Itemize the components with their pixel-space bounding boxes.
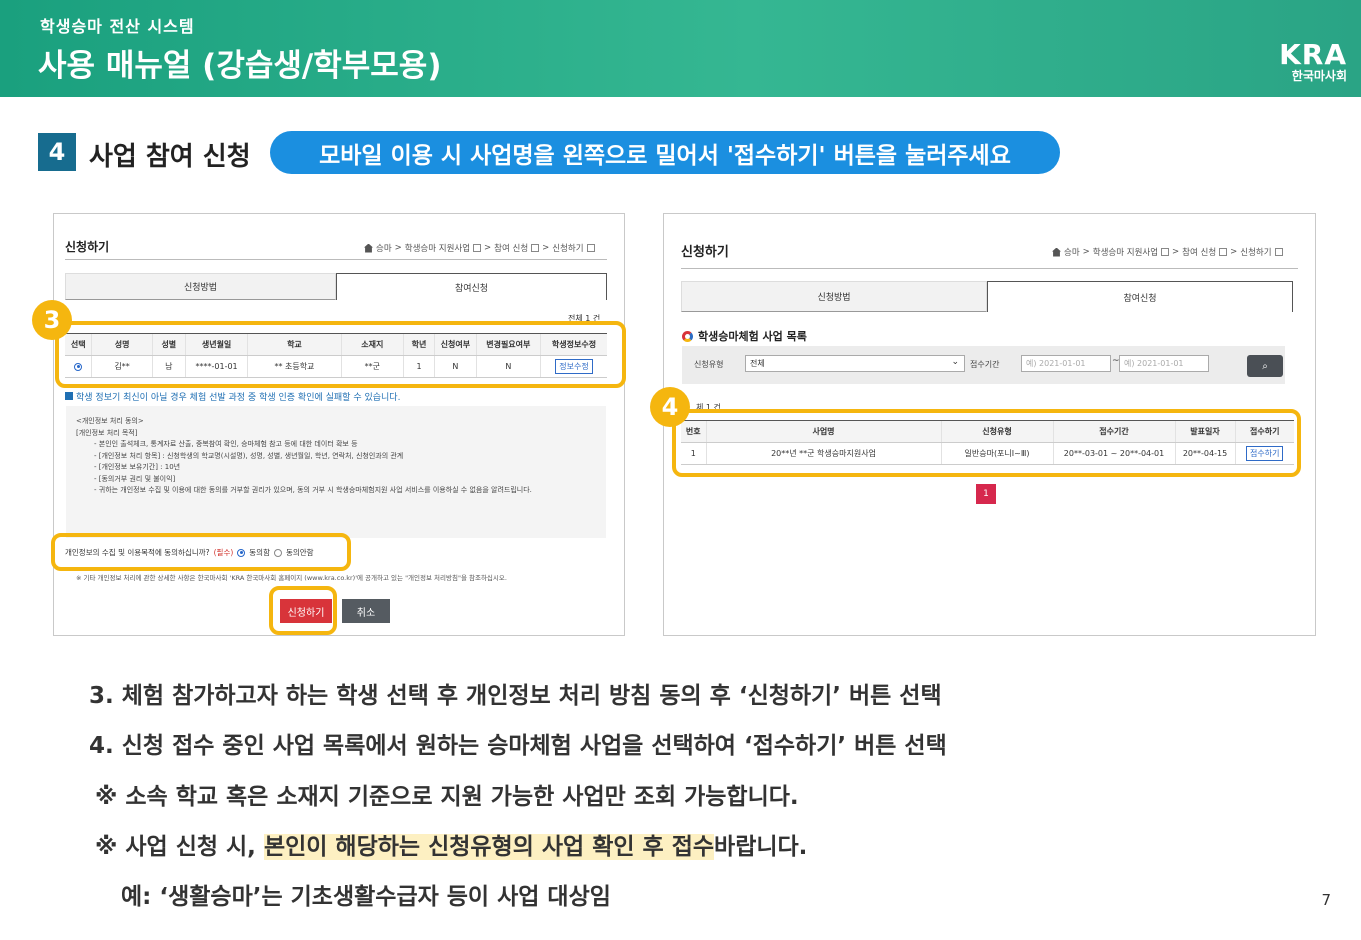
note-2-prefix: ※ 사업 신청 시, [95, 834, 264, 860]
consent-line: - [동의거부 권리 및 불이익] [94, 474, 176, 483]
type-select[interactable]: 전체 ⌄ [745, 355, 965, 372]
breadcrumb: 승마 > 학생승마 지원사업 > 참여 신청 > 신청하기 [364, 242, 595, 254]
date-from-input[interactable]: 예) 2021-01-01 [1021, 355, 1111, 372]
step-badge-3: 3 [32, 300, 72, 340]
date-to-input[interactable]: 예) 2021-01-01 [1119, 355, 1209, 372]
search-button[interactable]: ⌕ [1247, 355, 1283, 377]
bullet-icon [682, 330, 693, 342]
warning-text: 학생 정보기 최신이 아닐 경우 체험 선발 과정 중 학생 인증 확인에 실패… [76, 393, 401, 403]
title-divider [681, 268, 1298, 269]
tab-method[interactable]: 신청방법 [65, 273, 336, 300]
dropdown-icon[interactable] [1219, 248, 1228, 256]
instruction-example: 예: ‘생활승마’는 기초생활수급자 등이 사업 대상임 [121, 884, 611, 910]
tab-bar: 신청방법 참여신청 [65, 273, 607, 300]
document-title: 사용 매뉴얼 (강습생/학부모용) [38, 48, 442, 84]
type-select-value: 전체 [750, 359, 765, 368]
highlight-apply-button [269, 586, 337, 635]
note-2-suffix: 바랍니다. [714, 834, 808, 860]
breadcrumb-item[interactable]: 학생승마 지원사업 [1093, 246, 1158, 258]
dropdown-icon[interactable] [1274, 248, 1283, 256]
dropdown-icon[interactable] [473, 244, 482, 252]
dropdown-icon[interactable] [531, 244, 540, 252]
breadcrumb-item[interactable]: 승마 [1064, 246, 1080, 258]
tab-apply[interactable]: 참여신청 [987, 281, 1293, 312]
note-2-highlight: 본인이 해당하는 신청유형의 사업 확인 후 접수 [263, 834, 715, 860]
page-number: 7 [1321, 891, 1331, 909]
breadcrumb-item[interactable]: 신청하기 [1240, 246, 1271, 258]
dropdown-icon[interactable] [586, 244, 595, 252]
dropdown-icon[interactable] [1161, 248, 1170, 256]
cancel-button[interactable]: 취소 [342, 599, 390, 623]
chevron-down-icon: ⌄ [951, 357, 959, 367]
student-info-warning: 학생 정보기 최신이 아닐 경우 체험 선발 과정 중 학생 인증 확인에 실패… [65, 390, 400, 403]
filter-period-label: 접수기간 [970, 360, 1000, 369]
consent-line: - [개인정보 처리 항목] : 신청학생의 학교명(시설명), 성명, 성별,… [94, 451, 404, 460]
consent-line: - 귀하는 개인정보 수집 및 이용에 대한 동의를 거부할 권리가 있으며, … [94, 486, 532, 494]
tab-bar: 신청방법 참여신청 [681, 281, 1293, 312]
business-list-title: 학생승마체험 사업 목록 [698, 330, 807, 343]
breadcrumb-item[interactable]: 승마 [376, 242, 392, 254]
pagination-page-1[interactable]: 1 [976, 484, 996, 504]
breadcrumb-item[interactable]: 학생승마 지원사업 [405, 242, 470, 254]
instruction-step-4: 4. 신청 접수 중인 사업 목록에서 원하는 승마체험 사업을 선택하여 ‘접… [89, 733, 947, 759]
instruction-note-1: ※ 소속 학교 혹은 소재지 기준으로 지원 가능한 사업만 조회 가능합니다. [95, 784, 799, 810]
privacy-consent-box: <개인정보 처리 동의> [개인정보 처리 목적] - 본인인 출석체크, 통계… [66, 406, 606, 538]
step-badge-4: 4 [650, 387, 690, 427]
page-title: 신청하기 [681, 245, 729, 260]
instruction-note-2: ※ 사업 신청 시, 본인이 해당하는 신청유형의 사업 확인 후 접수바랍니다… [95, 827, 807, 861]
section-title: 사업 참여 신청 [89, 142, 251, 172]
tab-apply[interactable]: 참여신청 [336, 273, 607, 300]
section-number: 4 [38, 133, 76, 171]
breadcrumb-item[interactable]: 신청하기 [552, 242, 583, 254]
apply-screenshot-left: 신청하기 승마 > 학생승마 지원사업 > 참여 신청 > 신청하기 신청방법 참여신… [53, 213, 625, 636]
filter-type-label: 신청유형 [694, 360, 724, 369]
title-divider [65, 259, 607, 260]
search-icon: ⌕ [1262, 360, 1268, 372]
header-band: 학생승마 전산 시스템 사용 매뉴얼 (강습생/학부모용) KRA 한국마사회 [0, 0, 1361, 97]
kra-logo: KRA 한국마사회 [1279, 38, 1347, 84]
breadcrumb-item[interactable]: 참여 신청 [494, 242, 528, 254]
breadcrumb-item[interactable]: 참여 신청 [1182, 246, 1216, 258]
consent-line: - [개인정보 보유기간] : 10년 [94, 463, 181, 471]
home-icon[interactable] [364, 243, 373, 253]
highlight-consent [51, 533, 351, 571]
info-icon [65, 392, 73, 400]
instruction-step-3: 3. 체험 참가하고자 하는 학생 선택 후 개인정보 처리 방침 동의 후 ‘… [89, 683, 942, 709]
consent-line: <개인정보 처리 동의> [76, 417, 144, 425]
consent-line: [개인정보 처리 목적] [76, 428, 138, 437]
home-icon[interactable] [1052, 247, 1061, 257]
breadcrumb: 승마 > 학생승마 지원사업 > 참여 신청 > 신청하기 [1052, 246, 1283, 258]
privacy-policy-note: ※ 기타 개인정보 처리에 관한 상세한 사항은 한국마사회 'KRA 한국마사… [76, 574, 507, 582]
document-subtitle: 학생승마 전산 시스템 [40, 17, 195, 36]
business-list-heading: 학생승마체험 사업 목록 [682, 328, 807, 344]
mobile-notice-pill: 모바일 이용 시 사업명을 왼쪽으로 밀어서 '접수하기' 버튼을 눌러주세요 [270, 131, 1060, 174]
highlight-business-table [672, 409, 1301, 477]
page-title: 신청하기 [65, 240, 110, 254]
tab-method[interactable]: 신청방법 [681, 281, 987, 312]
highlight-student-table [55, 321, 626, 388]
consent-line: - 본인인 출석체크, 통계자료 산출, 중복참여 확인, 승마체험 참고 등에… [94, 440, 358, 448]
